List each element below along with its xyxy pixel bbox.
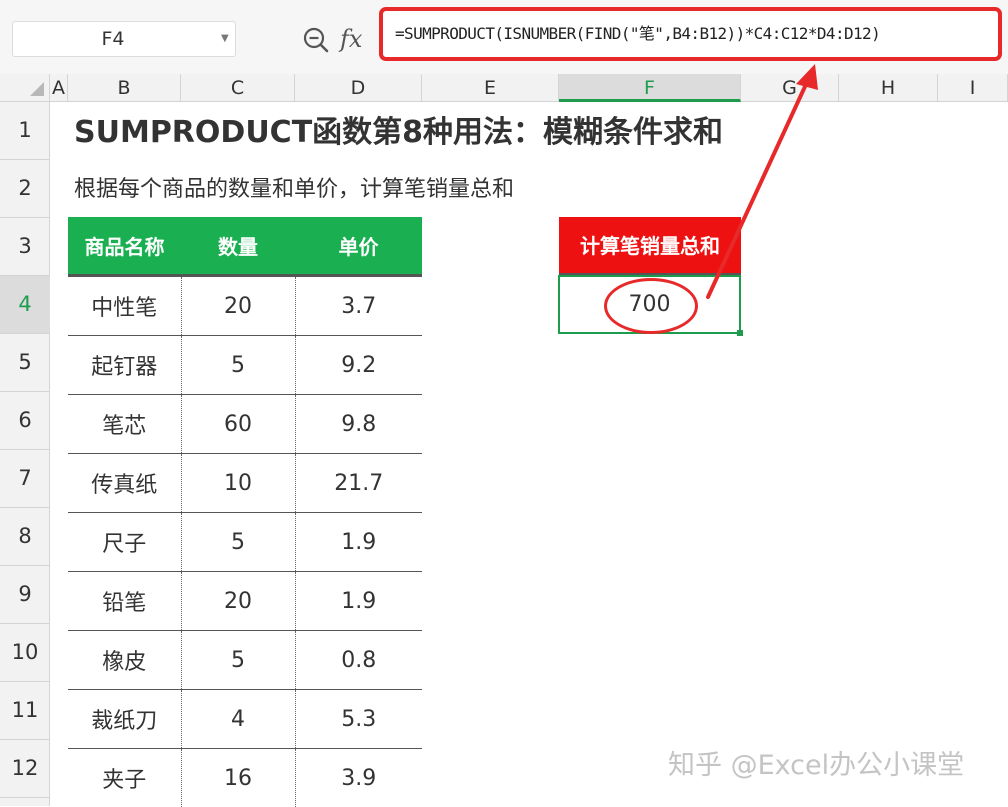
cell-product-name[interactable]: 中性笔 <box>68 276 181 336</box>
select-all-corner[interactable] <box>0 74 50 102</box>
chevron-down-icon[interactable]: ▼ <box>221 22 235 56</box>
cell-quantity[interactable]: 5 <box>181 513 295 572</box>
cell-product-name[interactable]: 铅笔 <box>68 572 181 631</box>
row-header-12[interactable]: 12 <box>0 740 50 798</box>
cell-product-name[interactable]: 裁纸刀 <box>68 690 181 749</box>
result-header[interactable]: 计算笔销量总和 <box>559 217 741 276</box>
row-header-9[interactable]: 9 <box>0 566 50 624</box>
column-header-d[interactable]: D <box>295 74 422 102</box>
row-header-3[interactable]: 3 <box>0 218 50 276</box>
column-header-h[interactable]: H <box>839 74 938 102</box>
row-header-7[interactable]: 7 <box>0 450 50 508</box>
zoom-in-icon[interactable] <box>302 26 330 54</box>
cell-unit-price[interactable]: 21.7 <box>295 454 422 513</box>
cell-unit-price[interactable]: 0.8 <box>295 631 422 690</box>
watermark: 知乎 @Excel办公小课堂 <box>668 746 998 786</box>
cell-quantity[interactable]: 60 <box>181 395 295 454</box>
row-header-5[interactable]: 5 <box>0 334 50 392</box>
cell-unit-price[interactable]: 3.9 <box>295 749 422 807</box>
row-header-4[interactable]: 4 <box>0 276 50 334</box>
column-header-b[interactable]: B <box>68 74 181 102</box>
table-row: 中性笔 20 3.7 <box>68 276 422 336</box>
header-quantity[interactable]: 数量 <box>181 217 295 276</box>
cell-product-name[interactable]: 夹子 <box>68 749 181 807</box>
sheet-title[interactable]: SUMPRODUCT函数第8种用法：模糊条件求和 <box>74 105 794 161</box>
cell-unit-price[interactable]: 9.8 <box>295 395 422 454</box>
header-unit-price[interactable]: 单价 <box>295 217 422 276</box>
cell-unit-price[interactable]: 5.3 <box>295 690 422 749</box>
row-header-6[interactable]: 6 <box>0 392 50 450</box>
row-header-2[interactable]: 2 <box>0 160 50 218</box>
formula-text: =SUMPRODUCT(ISNUMBER(FIND("笔",B4:B12))*C… <box>395 11 880 57</box>
cell-quantity[interactable]: 10 <box>181 454 295 513</box>
cell-product-name[interactable]: 传真纸 <box>68 454 181 513</box>
table-row: 笔芯 60 9.8 <box>68 395 422 454</box>
cell-unit-price[interactable]: 1.9 <box>295 572 422 631</box>
cell-product-name[interactable]: 橡皮 <box>68 631 181 690</box>
table-row: 尺子 5 1.9 <box>68 513 422 572</box>
cell-product-name[interactable]: 起钉器 <box>68 336 181 395</box>
row-header-column: 1 2 3 4 5 6 7 8 9 10 11 12 <box>0 102 50 806</box>
column-header-row: A B C D E F G H I <box>0 74 1008 102</box>
cell-quantity[interactable]: 20 <box>181 572 295 631</box>
table-header-row: 商品名称 数量 单价 <box>68 217 422 276</box>
table-row: 传真纸 10 21.7 <box>68 454 422 513</box>
cell-product-name[interactable]: 尺子 <box>68 513 181 572</box>
cell-unit-price[interactable]: 3.7 <box>295 276 422 336</box>
column-header-f[interactable]: F <box>559 74 741 102</box>
fill-handle[interactable] <box>737 330 743 336</box>
cell-unit-price[interactable]: 1.9 <box>295 513 422 572</box>
name-box[interactable]: F4 ▼ <box>12 21 236 57</box>
annotation-circle <box>604 278 698 334</box>
row-header-1[interactable]: 1 <box>0 102 50 160</box>
column-header-i[interactable]: I <box>938 74 1008 102</box>
select-all-icon <box>30 82 44 96</box>
column-header-c[interactable]: C <box>181 74 295 102</box>
cell-quantity[interactable]: 5 <box>181 336 295 395</box>
row-header-8[interactable]: 8 <box>0 508 50 566</box>
column-header-e[interactable]: E <box>422 74 559 102</box>
cell-quantity[interactable]: 16 <box>181 749 295 807</box>
table-row: 起钉器 5 9.2 <box>68 336 422 395</box>
column-header-a[interactable]: A <box>50 74 68 102</box>
name-box-value: F4 <box>13 22 213 56</box>
column-header-g[interactable]: G <box>741 74 839 102</box>
header-product-name[interactable]: 商品名称 <box>68 217 181 276</box>
table-row: 夹子 16 3.9 <box>68 749 422 807</box>
cell-unit-price[interactable]: 9.2 <box>295 336 422 395</box>
sheet-subtitle[interactable]: 根据每个商品的数量和单价，计算笔销量总和 <box>74 161 674 219</box>
formula-input[interactable]: =SUMPRODUCT(ISNUMBER(FIND("笔",B4:B12))*C… <box>379 7 1002 61</box>
product-table: 商品名称 数量 单价 中性笔 20 3.7 起钉器 5 9.2 笔芯 60 9.… <box>68 217 422 807</box>
cell-quantity[interactable]: 20 <box>181 276 295 336</box>
row-header-10[interactable]: 10 <box>0 624 50 682</box>
cell-quantity[interactable]: 5 <box>181 631 295 690</box>
table-row: 铅笔 20 1.9 <box>68 572 422 631</box>
cell-quantity[interactable]: 4 <box>181 690 295 749</box>
table-row: 裁纸刀 4 5.3 <box>68 690 422 749</box>
row-header-11[interactable]: 11 <box>0 682 50 740</box>
fx-icon[interactable]: fx <box>340 22 372 56</box>
table-row: 橡皮 5 0.8 <box>68 631 422 690</box>
cell-product-name[interactable]: 笔芯 <box>68 395 181 454</box>
